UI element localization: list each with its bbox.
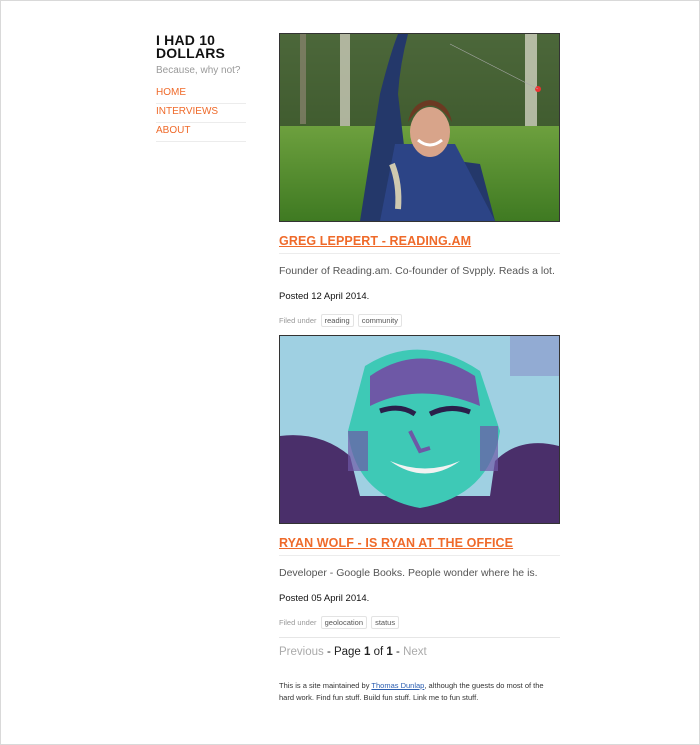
filed-under-label: Filed under — [279, 316, 317, 325]
post-photo-ryan[interactable] — [279, 335, 560, 524]
tag-status[interactable]: status — [371, 616, 400, 629]
main-content: GREG LEPPERT - READING.AM Founder of Rea… — [279, 33, 560, 704]
post-excerpt: Developer - Google Books. People wonder … — [279, 567, 538, 579]
page-sep-2: - — [392, 646, 404, 658]
site-title-link[interactable]: I HAD 10 DOLLARS — [156, 33, 246, 61]
page-sep-1: - Page — [323, 646, 365, 658]
tag-community[interactable]: community — [357, 314, 403, 327]
post-tags: Filed under reading community — [279, 314, 560, 328]
site-tagline: Because, why not? — [156, 65, 241, 76]
post-tags: Filed under geolocation status — [279, 616, 560, 630]
tag-reading[interactable]: reading — [320, 314, 354, 327]
post-date: Posted 05 April 2014. — [279, 593, 370, 604]
site-title: I HAD 10 DOLLARS — [156, 33, 246, 61]
nav-item-about[interactable]: ABOUT — [156, 124, 246, 142]
nav-item-interviews[interactable]: INTERVIEWS — [156, 105, 246, 123]
nav-item-home[interactable]: HOME — [156, 86, 246, 104]
footer-author-link[interactable]: Thomas Dunlap — [371, 681, 424, 690]
footer-prefix: This is a site maintained by — [279, 681, 372, 690]
post-excerpt: Founder of Reading.am. Co-founder of Svp… — [279, 265, 555, 277]
page-of: of — [370, 646, 387, 658]
post-title-link[interactable]: RYAN WOLF - IS RYAN AT THE OFFICE — [279, 536, 560, 556]
site-title-line2: DOLLARS — [156, 45, 226, 61]
previous-page-link[interactable]: Previous — [279, 646, 324, 658]
post-title-link[interactable]: GREG LEPPERT - READING.AM — [279, 234, 560, 254]
pagination: Previous - Page 1 of 1 - Next — [279, 637, 560, 658]
post-date: Posted 12 April 2014. — [279, 291, 370, 302]
site-footer: This is a site maintained by Thomas Dunl… — [279, 680, 560, 704]
tag-geolocation[interactable]: geolocation — [320, 616, 367, 629]
post-photo-greg[interactable] — [279, 33, 560, 222]
post-item: GREG LEPPERT - READING.AM Founder of Rea… — [279, 33, 560, 328]
filed-under-label: Filed under — [279, 618, 317, 627]
post-item: RYAN WOLF - IS RYAN AT THE OFFICE Develo… — [279, 335, 560, 630]
next-page-link[interactable]: Next — [403, 646, 427, 658]
sidebar: I HAD 10 DOLLARS Because, why not? HOME … — [156, 33, 246, 142]
main-nav: HOME INTERVIEWS ABOUT — [156, 86, 246, 142]
